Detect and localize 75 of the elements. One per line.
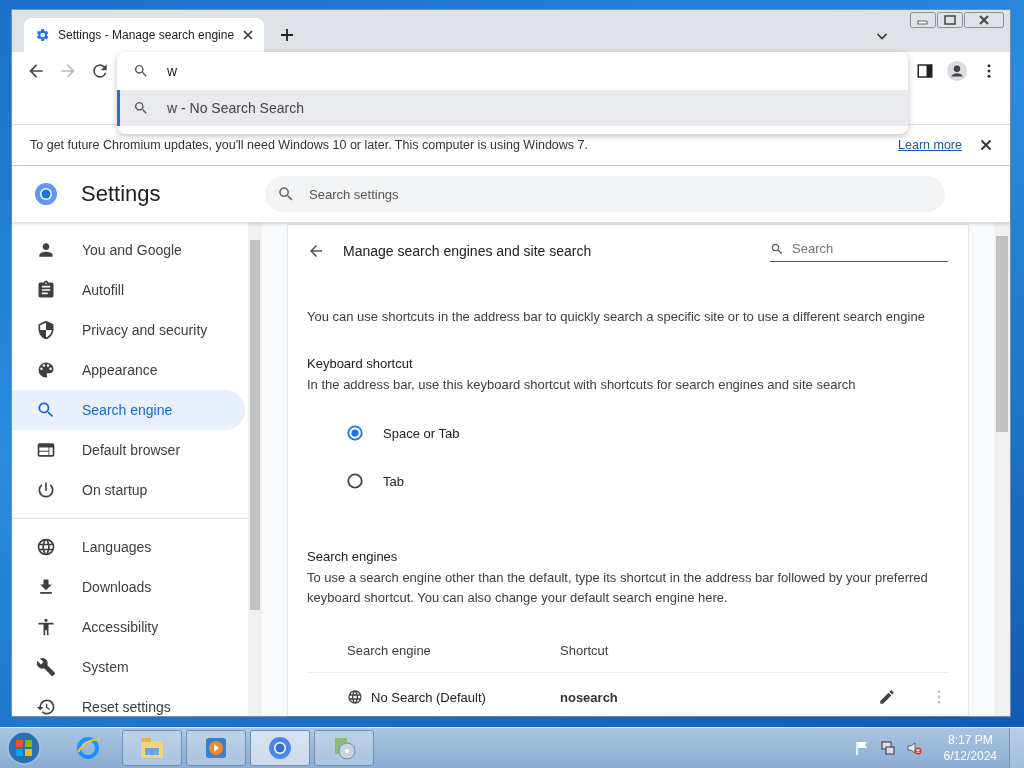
sidebar-item[interactable]: Privacy and security [12, 310, 245, 350]
close-icon[interactable] [242, 29, 255, 41]
column-header: Shortcut [560, 642, 609, 658]
section-title: Manage search engines and site search [343, 243, 592, 259]
scrollbar[interactable] [248, 222, 262, 716]
close-icon[interactable] [964, 12, 1004, 28]
section-description: To use a search engine other than the default, type its shortcut in the address bar followed by your preferred keyboard shortcut. You can also change your default search engine here. [307, 569, 929, 607]
radio-label: Space or Tab [383, 425, 460, 441]
search-icon [36, 400, 56, 420]
sidebar-item[interactable]: Autofill [12, 270, 245, 310]
chromium-logo-icon [34, 182, 58, 206]
taskbar-button[interactable] [186, 730, 246, 766]
search-icon [133, 100, 149, 116]
radio-button[interactable] [347, 473, 363, 489]
sidebar-item[interactable]: Languages [12, 527, 245, 567]
scrollbar[interactable] [994, 222, 1010, 716]
side-panel-icon[interactable] [916, 62, 934, 80]
restore-icon[interactable] [937, 12, 963, 28]
clipboard-icon [36, 280, 56, 300]
sidebar-item[interactable]: Appearance [12, 350, 245, 390]
learn-more-link[interactable]: Learn more [898, 138, 962, 152]
address-field[interactable]: w [117, 52, 908, 90]
clock-time: 8:17 PM [947, 732, 993, 748]
accessibility-icon [36, 617, 56, 637]
power-icon [36, 480, 56, 500]
new-tab-icon[interactable] [280, 28, 295, 42]
history-icon [36, 697, 56, 717]
search-input[interactable]: Search settings [307, 185, 945, 203]
search-input[interactable]: Search [790, 240, 948, 257]
sidebar-item[interactable]: Default browser [12, 430, 245, 470]
browser-tab[interactable]: Settings - Manage search engine [24, 18, 265, 52]
search-icon [277, 185, 295, 203]
globe-icon [347, 689, 363, 705]
browser-window-icon [36, 440, 56, 460]
palette-icon [36, 360, 56, 380]
section-heading: Keyboard shortcut [307, 356, 414, 371]
section-heading: Search engines [307, 549, 399, 564]
taskbar-button[interactable] [122, 730, 182, 766]
radio-button[interactable] [347, 425, 363, 441]
suggestion-item[interactable]: w - No Search Search [117, 90, 908, 126]
radio-label: Tab [383, 473, 404, 489]
globe-icon [36, 537, 56, 557]
taskbar-button[interactable] [250, 730, 310, 766]
column-header: Search engine [347, 642, 432, 658]
table-cell: No Search (Default) [371, 689, 486, 705]
search-icon [133, 63, 149, 79]
profile-avatar-icon[interactable] [946, 60, 968, 82]
search-icon [770, 241, 784, 256]
chromium-icon [266, 734, 294, 762]
close-icon[interactable] [980, 139, 992, 151]
search-field[interactable]: Search [770, 240, 948, 262]
sidebar-item[interactable]: Reset settings [12, 687, 245, 727]
intro-text: You can use shortcuts in the address bar to quickly search a specific site or to use a different search engine [307, 309, 926, 324]
sidebar-item[interactable]: Search engine [12, 390, 245, 430]
reload-icon[interactable] [90, 61, 110, 81]
wrench-icon [36, 657, 56, 677]
search-settings-field[interactable]: Search settings [265, 176, 945, 212]
sidebar-item[interactable]: Downloads [12, 567, 245, 607]
pencil-icon[interactable] [878, 688, 896, 706]
network-icon[interactable] [879, 740, 896, 756]
gear-icon [34, 27, 50, 43]
start-button[interactable] [6, 730, 42, 766]
sidebar-item[interactable]: Accessibility [12, 607, 245, 647]
browser-e-icon [74, 734, 102, 762]
section-description: In the address bar, use this keyboard shortcut with shortcuts for search engines and site search [307, 376, 857, 394]
shield-icon [36, 320, 56, 340]
table-cell: nosearch [560, 689, 618, 705]
sidebar-item[interactable]: On startup [12, 470, 245, 510]
page-title: Settings [81, 181, 162, 207]
minimize-icon[interactable] [910, 12, 936, 28]
sidebar-item[interactable]: System [12, 647, 245, 687]
sidebar-item[interactable]: You and Google [12, 230, 245, 270]
info-message: To get future Chromium updates, you'll need Windows 10 or later. This computer is using Windows 7. [30, 138, 588, 152]
muted-speaker-icon[interactable] [905, 740, 922, 756]
clock-date: 6/12/2024 [943, 748, 997, 764]
